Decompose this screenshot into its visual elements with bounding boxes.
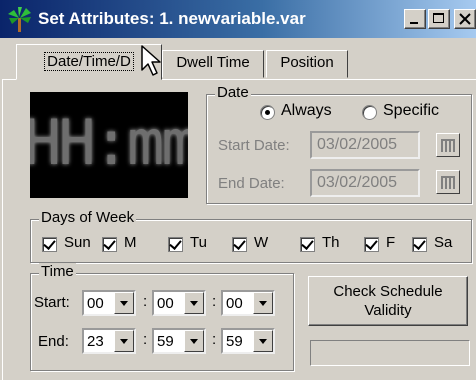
start-hour-select[interactable]: 00: [82, 290, 136, 316]
sunday-checkbox[interactable]: [42, 237, 57, 252]
chevron-down-icon[interactable]: [184, 292, 204, 314]
maximize-button[interactable]: [428, 9, 450, 29]
window-title: Set Attributes: 1. newvariable.var: [38, 9, 306, 28]
time-group-label: Time: [39, 263, 76, 280]
start-date-calendar-button[interactable]: [436, 133, 460, 157]
end-minute-value: 59: [157, 333, 174, 350]
days-of-week-label: Days of Week: [39, 209, 137, 226]
friday-checkbox[interactable]: [364, 237, 379, 252]
end-date-field[interactable]: 03/02/2005: [310, 169, 420, 197]
chevron-down-icon[interactable]: [253, 330, 273, 352]
monday-label: M: [124, 234, 137, 251]
start-date-field[interactable]: 03/02/2005: [310, 131, 420, 159]
check-schedule-line2: Validity: [364, 302, 412, 319]
end-minute-select[interactable]: 59: [152, 328, 206, 354]
end-date-label: End Date:: [218, 175, 285, 192]
start-time-label: Start:: [34, 294, 70, 311]
validity-status-field: [310, 340, 470, 366]
time-separator: :: [212, 331, 217, 348]
start-minute-value: 00: [157, 295, 174, 312]
chevron-down-icon[interactable]: [114, 292, 134, 314]
check-schedule-validity-button[interactable]: Check Schedule Validity: [308, 276, 468, 326]
always-label: Always: [281, 102, 332, 119]
start-second-value: 00: [226, 295, 243, 312]
maximize-icon: [433, 13, 444, 23]
date-group-label: Date: [215, 84, 251, 101]
start-second-select[interactable]: 00: [221, 290, 275, 316]
sunday-label: Sun: [64, 234, 91, 251]
time-group: Time: [30, 263, 294, 371]
time-separator: :: [212, 293, 217, 310]
start-minute-select[interactable]: 00: [152, 290, 206, 316]
end-hour-select[interactable]: 23: [82, 328, 136, 354]
time-separator: :: [143, 293, 148, 310]
monday-checkbox[interactable]: [102, 237, 117, 252]
specific-radio[interactable]: [362, 105, 377, 120]
specific-label: Specific: [383, 102, 440, 119]
chevron-down-icon[interactable]: [253, 292, 273, 314]
saturday-checkbox[interactable]: [412, 237, 427, 252]
tuesday-label: Tu: [190, 234, 207, 251]
time-separator: :: [143, 331, 148, 348]
tab-date-time-label: Date/Time/D: [44, 52, 134, 71]
mouse-pointer-icon: [141, 45, 161, 76]
thursday-checkbox[interactable]: [300, 237, 315, 252]
wednesday-checkbox[interactable]: [232, 237, 247, 252]
friday-label: F: [386, 234, 396, 251]
minimize-icon: [410, 22, 418, 24]
end-hour-value: 23: [87, 333, 104, 350]
tab-position-label: Position: [280, 54, 334, 71]
always-radio[interactable]: [260, 105, 275, 120]
minimize-button[interactable]: [404, 9, 426, 29]
tab-dwell-time-label: Dwell Time: [176, 54, 250, 71]
close-button[interactable]: [454, 9, 476, 29]
days-of-week-group: Days of Week: [30, 209, 472, 263]
start-hour-value: 00: [87, 295, 104, 312]
title-bar[interactable]: Set Attributes: 1. newvariable.var: [0, 0, 476, 38]
end-date-calendar-button[interactable]: [436, 170, 460, 194]
tab-dwell-time[interactable]: Dwell Time: [162, 50, 264, 78]
check-schedule-line1: Check Schedule: [333, 283, 443, 300]
wednesday-label: W: [254, 234, 269, 251]
end-second-select[interactable]: 59: [221, 328, 275, 354]
end-time-label: End:: [38, 333, 69, 350]
end-second-value: 59: [226, 333, 243, 350]
calendar-icon: [441, 139, 455, 152]
calendar-icon: [441, 176, 455, 189]
chevron-down-icon[interactable]: [114, 330, 134, 352]
thursday-label: Th: [322, 234, 340, 251]
tab-position[interactable]: Position: [266, 50, 348, 78]
chevron-down-icon[interactable]: [184, 330, 204, 352]
time-format-preview: HH:mm: [30, 92, 188, 198]
start-date-label: Start Date:: [218, 137, 290, 154]
preview-text: HH:mm: [30, 106, 188, 179]
close-icon: [459, 13, 471, 25]
saturday-label: Sa: [434, 234, 453, 251]
palm-tree-icon: [8, 7, 31, 32]
tuesday-checkbox[interactable]: [168, 237, 183, 252]
